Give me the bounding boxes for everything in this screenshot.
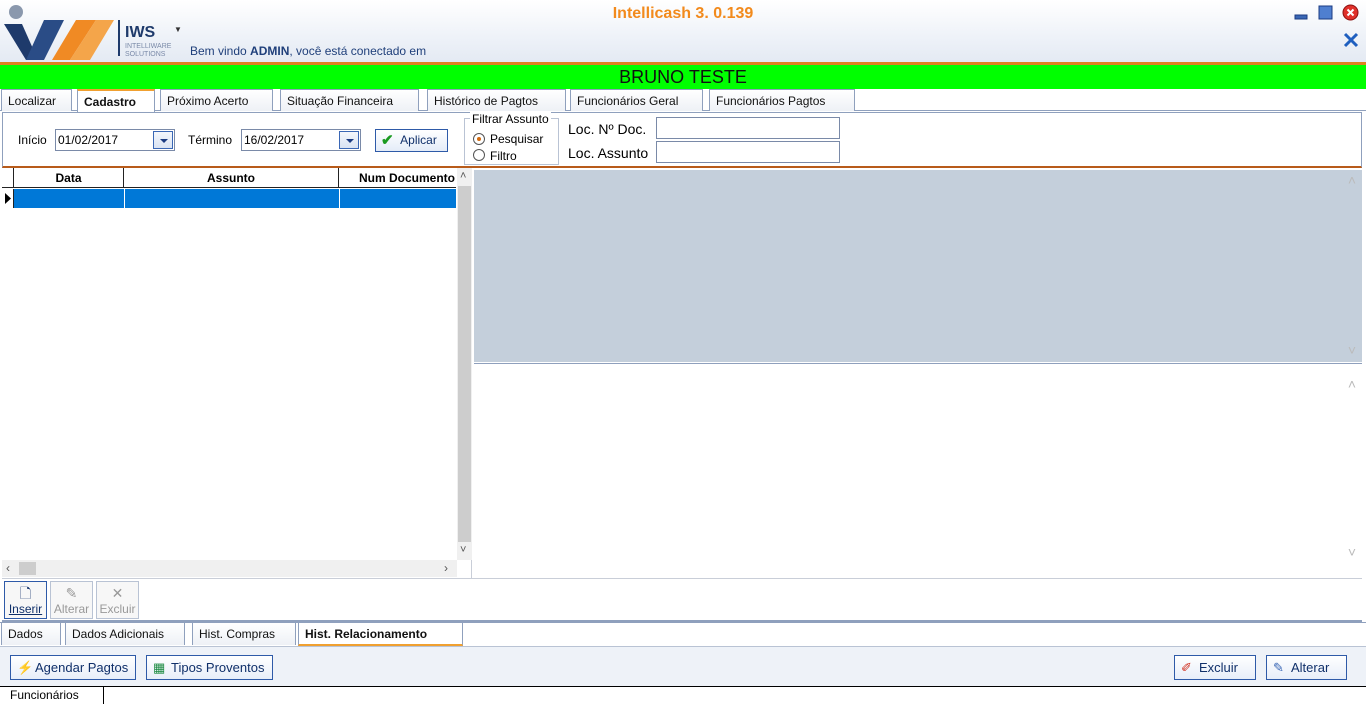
scroll-down-icon[interactable]: ˅ [1342, 544, 1362, 560]
grid-header: Data Assunto Num Documento [2, 168, 456, 188]
record-toolbar: 🗋 Inserir ✎ Alterar ✕ Excluir [2, 578, 1362, 622]
check-icon: ✔ [381, 132, 394, 149]
scroll-up-icon[interactable]: ˄ [1342, 172, 1362, 188]
inserir-button[interactable]: 🗋 Inserir [4, 581, 47, 619]
detail-preview-panel: ˄ ˅ [474, 170, 1362, 362]
welcome-text: Bem vindo ADMIN, você está conectado em [190, 44, 427, 58]
table-row[interactable] [14, 189, 456, 208]
inicio-date-value: 01/02/2017 [58, 133, 119, 147]
inicio-dropdown-icon[interactable] [153, 131, 173, 149]
scroll-thumb[interactable] [458, 186, 471, 542]
scroll-down-icon[interactable]: ˅ [460, 544, 466, 556]
row-divider [339, 189, 340, 208]
agendar-pagtos-label: Agendar Pagtos [35, 660, 129, 675]
close-form-icon[interactable] [1343, 32, 1359, 48]
tab-historico-pagtos[interactable]: Histórico de Pagtos [427, 89, 566, 111]
tab-proximo-acerto[interactable]: Próximo Acerto [160, 89, 273, 111]
close-app-icon[interactable] [1342, 4, 1359, 21]
grid-col-num-documento[interactable]: Num Documento [339, 168, 457, 188]
excluir-bottom-button[interactable]: ✐ Excluir [1174, 655, 1256, 680]
subtab-dados-adicionais[interactable]: Dados Adicionais [65, 623, 185, 645]
hscroll-thumb[interactable] [19, 562, 36, 575]
alterar-bottom-button[interactable]: ✎ Alterar [1266, 655, 1347, 680]
grid-horizontal-scrollbar[interactable]: ‹ › [2, 560, 457, 577]
logo-subtitle-1: INTELLIWARE [125, 43, 172, 50]
pesquisar-radio[interactable] [473, 133, 485, 145]
lightning-icon: ⚡ [17, 660, 34, 675]
row-indicator [2, 189, 14, 208]
logo-dropdown-icon[interactable]: ▼ [174, 25, 182, 34]
assuntos-grid: Data Assunto Num Documento ˄ ˅ ‹ › [2, 168, 472, 578]
row-divider [124, 189, 125, 208]
status-bar: Funcionários [0, 686, 1366, 704]
loc-doc-label: Loc. Nº Doc. [568, 121, 647, 137]
delete-x-icon: ✕ [111, 585, 124, 601]
tab-funcionarios-pagtos[interactable]: Funcionários Pagtos [709, 89, 855, 111]
grid-indicator-header [2, 168, 14, 188]
tab-localizar[interactable]: Localizar [1, 89, 72, 111]
loc-assunto-input[interactable] [656, 141, 840, 163]
aplicar-button[interactable]: ✔ Aplicar [375, 129, 448, 152]
chart-icon: ▦ [153, 660, 166, 675]
new-document-icon: 🗋 [19, 585, 32, 601]
scroll-up-icon[interactable]: ˄ [1342, 376, 1362, 392]
grid-col-assunto[interactable]: Assunto [124, 168, 339, 188]
excluir-button[interactable]: ✕ Excluir [96, 581, 139, 619]
alterar-label: Alterar [53, 602, 90, 616]
excluir-label: Excluir [99, 602, 136, 616]
maximize-icon[interactable] [1318, 5, 1333, 20]
tab-cadastro[interactable]: Cadastro [77, 89, 155, 112]
scroll-left-icon[interactable]: ‹ [6, 561, 10, 575]
employee-banner: BRUNO TESTE [0, 65, 1366, 89]
inserir-label: Inserir [8, 602, 43, 616]
inicio-date-field[interactable]: 01/02/2017 [55, 129, 175, 151]
pencil-icon: ✎ [65, 585, 78, 601]
subtab-dados[interactable]: Dados [1, 623, 61, 645]
grid-vertical-scrollbar[interactable]: ˄ ˅ [457, 168, 472, 560]
filtrar-assunto-title: Filtrar Assunto [470, 112, 551, 126]
logo-subtitle-2: SOLUTIONS [125, 51, 166, 58]
alterar-bottom-label: Alterar [1291, 660, 1330, 675]
grid-col-data[interactable]: Data [14, 168, 124, 188]
loc-doc-input[interactable] [656, 117, 840, 139]
alterar-button[interactable]: ✎ Alterar [50, 581, 93, 619]
logo-text: IWS [125, 24, 156, 41]
main-tabstrip: Localizar Cadastro Próximo Acerto Situaç… [0, 89, 1366, 112]
excluir-bottom-label: Excluir [1199, 660, 1239, 675]
termino-date-value: 16/02/2017 [244, 133, 305, 147]
status-tab-funcionarios[interactable]: Funcionários [0, 687, 104, 704]
scroll-down-icon[interactable]: ˅ [1342, 342, 1362, 358]
sub-tabstrip: Dados Dados Adicionais Hist. Compras His… [0, 622, 1366, 646]
agendar-pagtos-button[interactable]: ⚡ Agendar Pagtos [10, 655, 136, 680]
pen-icon: ✎ [1273, 660, 1284, 675]
subtab-hist-compras[interactable]: Hist. Compras [192, 623, 296, 645]
inicio-label: Início [18, 133, 47, 147]
detail-text-area[interactable]: ˄ ˅ [474, 363, 1362, 575]
tipos-proventos-label: Tipos Proventos [171, 660, 265, 675]
bottom-action-bar: ⚡ Agendar Pagtos ▦ Tipos Proventos ✐ Exc… [0, 646, 1366, 686]
filtro-label: Filtro [490, 149, 517, 163]
app-header: IWS INTELLIWARE SOLUTIONS ▼ Intellicash … [0, 0, 1366, 62]
logo-divider [118, 20, 120, 56]
tipos-proventos-button[interactable]: ▦ Tipos Proventos [146, 655, 273, 680]
pesquisar-label: Pesquisar [490, 132, 544, 146]
eraser-icon: ✐ [1181, 660, 1192, 675]
termino-date-field[interactable]: 16/02/2017 [241, 129, 361, 151]
tab-situacao-financeira[interactable]: Situação Financeira [280, 89, 419, 111]
minimize-icon[interactable] [1294, 6, 1308, 20]
termino-label: Término [188, 133, 233, 147]
tab-funcionarios-geral[interactable]: Funcionários Geral [570, 89, 703, 111]
termino-dropdown-icon[interactable] [339, 131, 359, 149]
aplicar-label: Aplicar [400, 133, 437, 147]
loc-assunto-label: Loc. Assunto [568, 145, 649, 161]
filtro-radio[interactable] [473, 149, 485, 161]
welcome-user: ADMIN [250, 44, 290, 58]
app-title: Intellicash 3. 0.139 [612, 5, 754, 22]
subtab-hist-relacionamento[interactable]: Hist. Relacionamento [298, 623, 463, 646]
scroll-right-icon[interactable]: › [444, 561, 448, 575]
scroll-up-icon[interactable]: ˄ [460, 170, 466, 182]
